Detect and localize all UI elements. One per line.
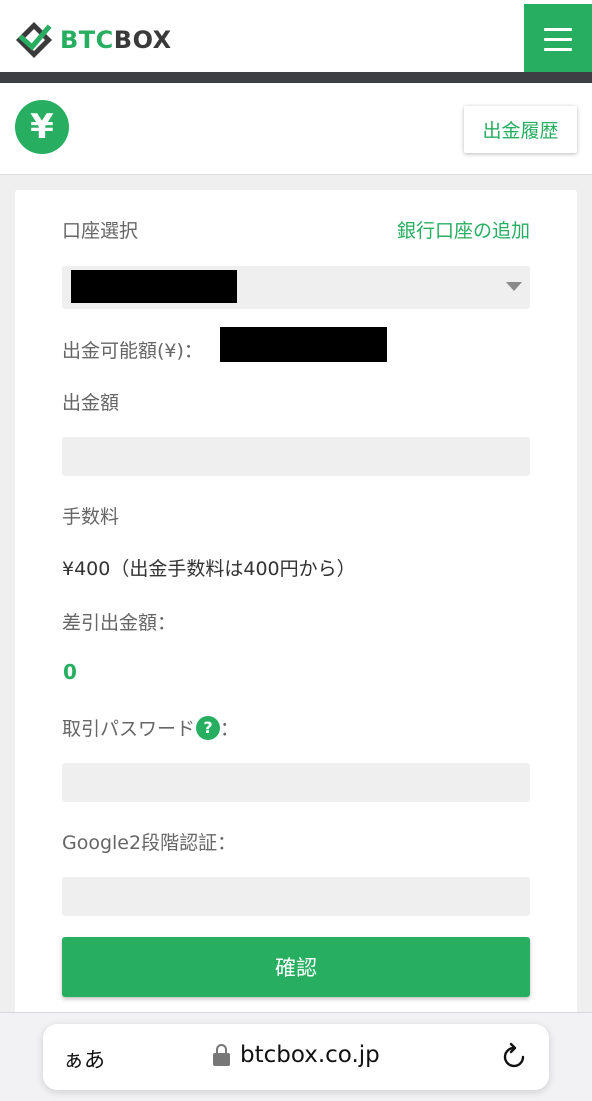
add-bank-account-link[interactable]: 銀行口座の追加	[397, 216, 530, 243]
google-2fa-label: Google2段階認証：	[62, 832, 237, 854]
page-subheader: ¥ 出金履歴	[0, 83, 592, 175]
url-display[interactable]: btcbox.co.jp	[213, 1042, 380, 1068]
site-header: BTCBOX	[0, 0, 592, 74]
confirm-button[interactable]: 確認	[62, 937, 530, 997]
available-amount-label: 出金可能額(¥)：	[62, 340, 203, 362]
withdrawal-form-card: 口座選択 銀行口座の追加 出金可能額(¥)： 出金額 手数料 ¥400（出金手数…	[15, 190, 577, 1030]
google-2fa-input[interactable]	[62, 877, 530, 916]
logo-mark-icon	[16, 22, 52, 58]
header-divider-bar	[0, 72, 592, 83]
browser-toolbar: ぁあ btcbox.co.jp	[0, 1012, 592, 1101]
help-icon[interactable]: ?	[196, 715, 221, 740]
withdrawal-history-button[interactable]: 出金履歴	[464, 106, 577, 153]
redacted-available-amount	[220, 327, 387, 362]
reader-options-button[interactable]: ぁあ	[63, 1044, 105, 1074]
yen-icon: ¥	[15, 100, 69, 154]
net-amount-label: 差引出金額：	[62, 612, 177, 634]
logo-text: BTCBOX	[60, 26, 172, 54]
trade-password-input[interactable]	[62, 763, 530, 802]
net-amount-value: 0	[63, 660, 77, 684]
hamburger-icon	[544, 27, 572, 31]
reload-icon[interactable]	[501, 1041, 529, 1071]
url-text: btcbox.co.jp	[240, 1042, 380, 1068]
trade-password-label-text: 取引パスワード	[62, 718, 196, 740]
account-select[interactable]	[62, 266, 530, 309]
trade-password-colon: ：	[220, 718, 240, 740]
lock-icon	[213, 1044, 230, 1066]
menu-button[interactable]	[524, 4, 592, 74]
fee-value: ¥400（出金手数料は400円から）	[62, 558, 356, 580]
address-bar[interactable]: ぁあ btcbox.co.jp	[43, 1024, 549, 1090]
fee-label: 手数料	[62, 506, 120, 528]
trade-password-label: 取引パスワード?：	[62, 714, 239, 742]
dropdown-caret-icon	[506, 282, 522, 291]
withdrawal-amount-label: 出金額	[62, 392, 120, 414]
account-select-label: 口座選択	[62, 220, 139, 242]
redacted-account	[71, 270, 237, 303]
withdrawal-amount-input[interactable]	[62, 437, 530, 476]
btcbox-logo[interactable]: BTCBOX	[14, 20, 172, 60]
